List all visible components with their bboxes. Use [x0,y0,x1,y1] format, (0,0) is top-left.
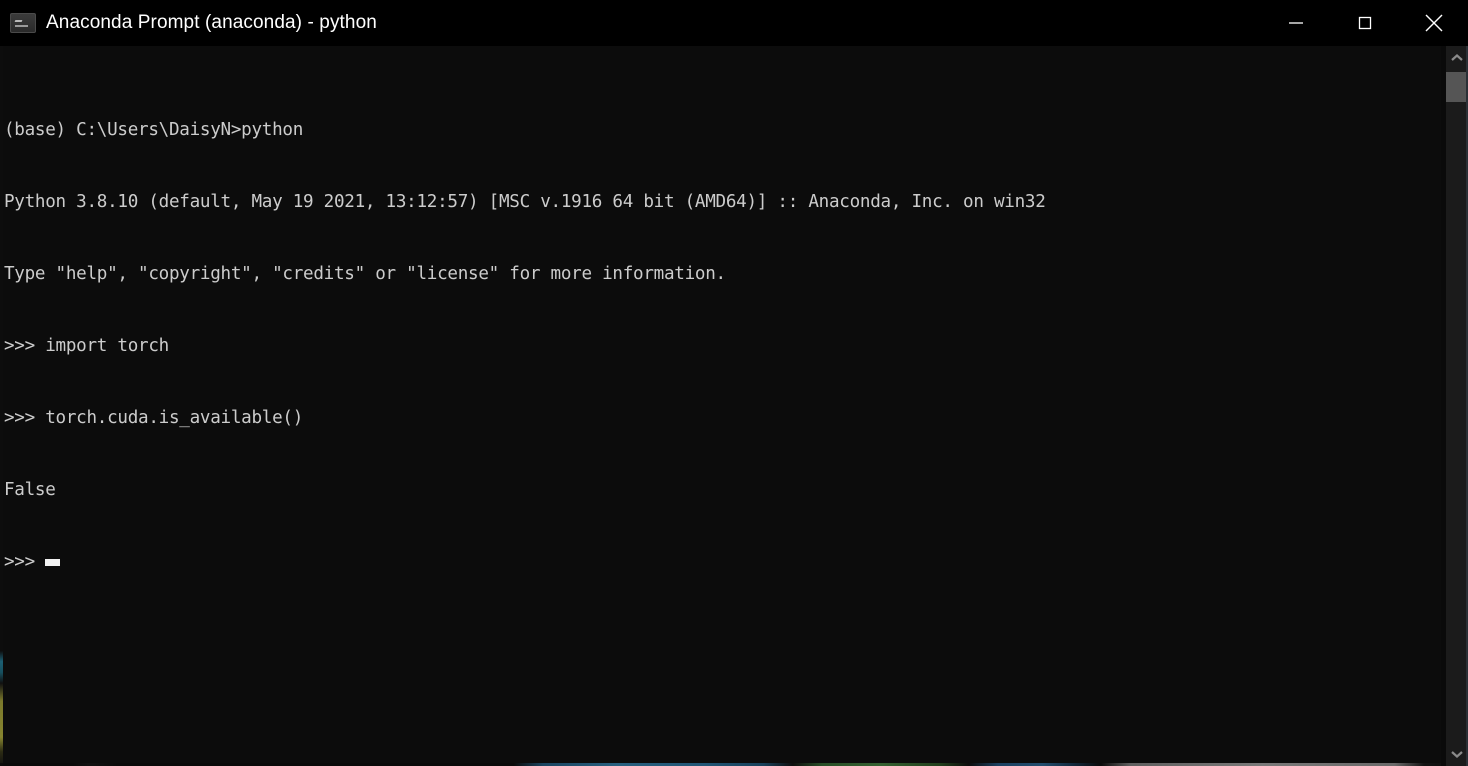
chevron-down-icon [1451,751,1463,758]
console-window: Anaconda Prompt (anaconda) - python (bas… [0,0,1468,766]
scrollbar-thumb[interactable] [1446,72,1468,102]
title-bar-left: Anaconda Prompt (anaconda) - python [0,0,1261,46]
terminal-line: (base) C:\Users\DaisyN>python [4,120,304,140]
terminal-output: (base) C:\Users\DaisyN>python Python 3.8… [4,70,1434,622]
scrollbar-down-button[interactable] [1446,742,1468,766]
minimize-button[interactable] [1261,0,1330,46]
window-title: Anaconda Prompt (anaconda) - python [46,12,377,33]
terminal-line: Type "help", "copyright", "credits" or "… [4,264,726,284]
maximize-icon [1358,16,1371,30]
chevron-up-icon [1451,54,1463,61]
title-bar[interactable]: Anaconda Prompt (anaconda) - python [0,0,1468,46]
maximize-button[interactable] [1330,0,1399,46]
text-cursor [45,559,61,566]
close-icon [1425,14,1442,32]
terminal-line: Python 3.8.10 (default, May 19 2021, 13:… [4,192,1046,212]
scrollbar-up-button[interactable] [1446,46,1468,70]
window-left-edge [0,46,3,766]
minimize-icon [1288,22,1303,24]
terminal-prompt-line: >>> [4,550,1434,574]
terminal-line: False [4,480,56,500]
close-button[interactable] [1399,0,1468,46]
scrollbar-track[interactable] [1446,46,1468,766]
console-icon [10,13,36,33]
terminal-line: >>> torch.cuda.is_available() [4,408,304,428]
terminal-body[interactable]: (base) C:\Users\DaisyN>python Python 3.8… [0,46,1468,766]
vertical-scrollbar[interactable] [1441,46,1468,766]
prompt-symbol: >>> [4,552,46,572]
window-controls [1261,0,1468,46]
terminal-line: >>> import torch [4,336,169,356]
